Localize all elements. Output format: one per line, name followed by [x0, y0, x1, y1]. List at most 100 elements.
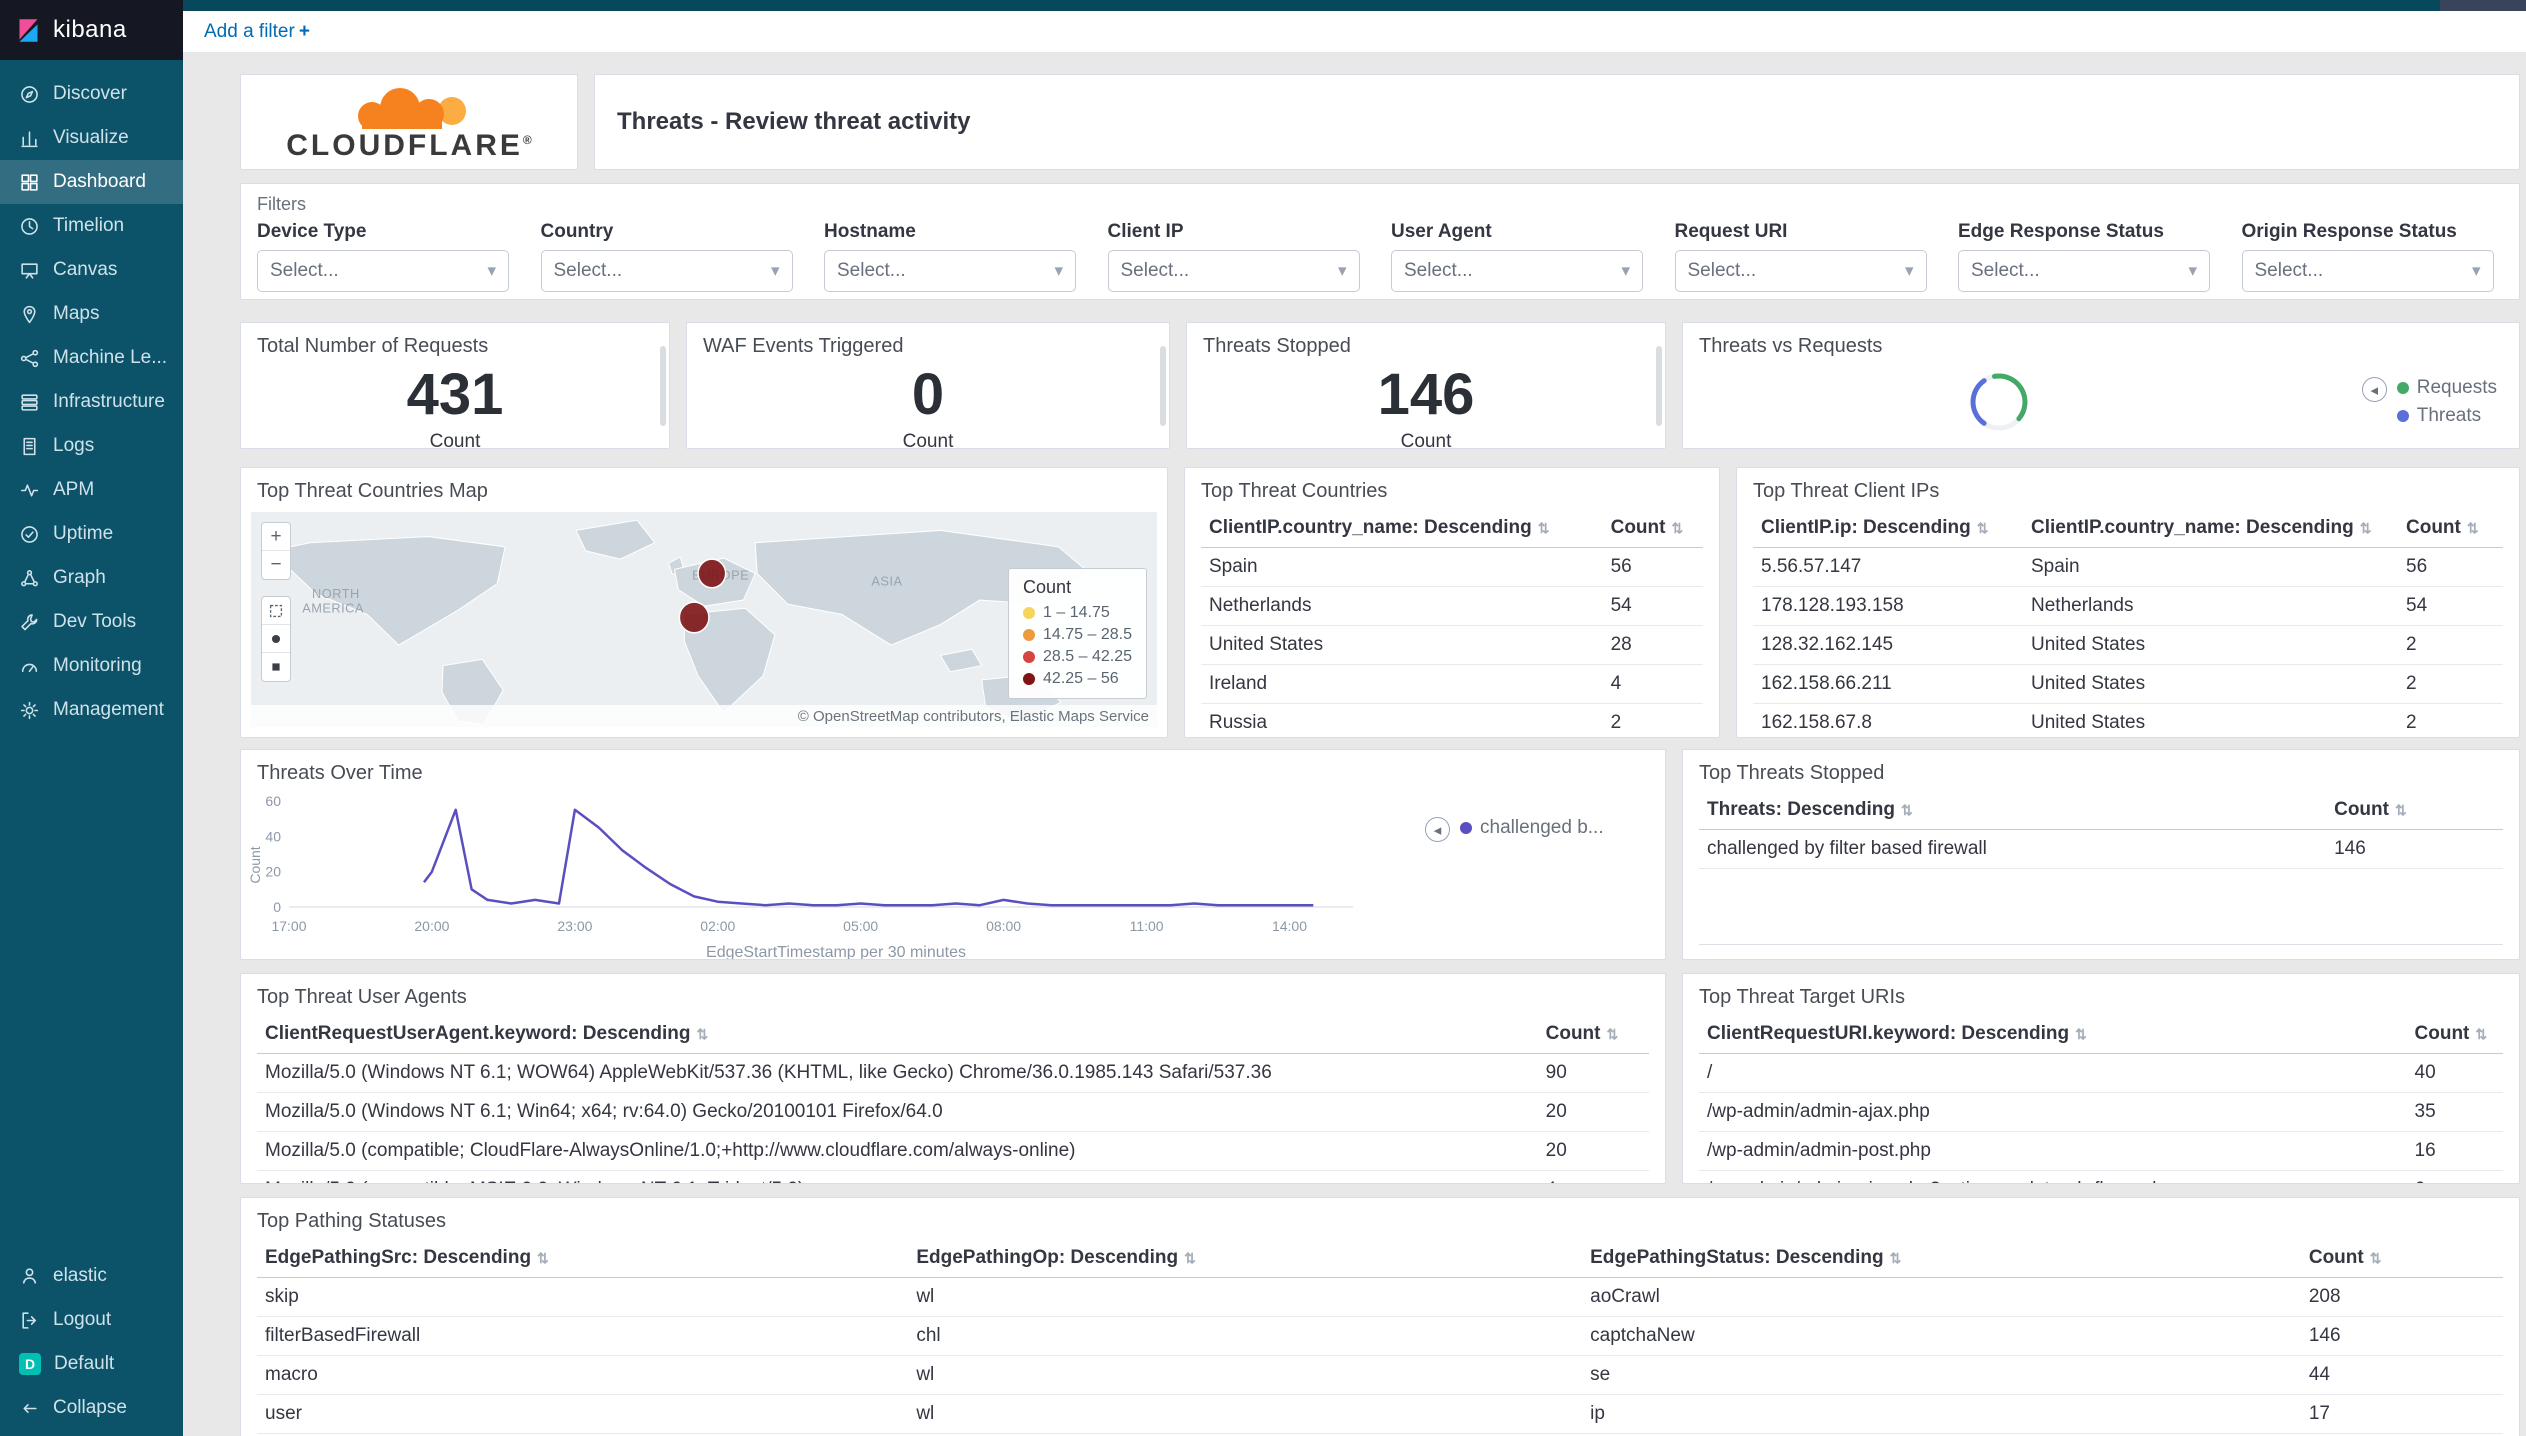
filter-field-edge-response-status: Edge Response Status Select... ▾	[1958, 221, 2220, 292]
add-filter-button[interactable]: Add a filter +	[204, 21, 310, 43]
sidebar-item-maps[interactable]: Maps	[0, 292, 183, 336]
top-threats-stopped-panel: Top Threats Stopped Threats: Descending ⇅…	[1682, 749, 2520, 960]
column-header[interactable]: ClientRequestUserAgent.keyword: Descendi…	[257, 1015, 1538, 1054]
column-header[interactable]: Count ⇅	[2406, 1015, 2503, 1054]
draw-circle-tool[interactable]	[262, 625, 290, 653]
kibana-logo[interactable]: kibana	[0, 0, 183, 60]
map-bubble-spain[interactable]	[678, 601, 710, 634]
column-header[interactable]: ClientIP.country_name: Descending ⇅	[2023, 509, 2398, 548]
svg-text:ASIA: ASIA	[871, 573, 902, 588]
column-header[interactable]: Count ⇅	[2300, 1239, 2503, 1278]
map-bubble-netherlands[interactable]	[697, 558, 727, 589]
legend-label: Threats	[2416, 405, 2482, 426]
sidebar-footer-item-elastic[interactable]: elastic	[0, 1254, 183, 1298]
table-row: /wp-admin/admin-ajax.php?action=update-g…	[1699, 1170, 2503, 1183]
sidebar-item-canvas[interactable]: Canvas	[0, 248, 183, 292]
world-map[interactable]: NORTH AMERICA EUROPE ASIA + − C	[251, 512, 1157, 727]
legend-collapse-icon[interactable]: ◂	[1425, 817, 1450, 842]
column-header[interactable]: EdgePathingSrc: Descending ⇅	[257, 1239, 909, 1278]
sort-icon: ⇅	[2359, 520, 2372, 536]
filter-select-country[interactable]: Select... ▾	[540, 250, 793, 292]
sidebar-item-timelion[interactable]: Timelion	[0, 204, 183, 248]
sort-icon: ⇅	[1606, 1026, 1619, 1042]
devtools-icon	[21, 613, 38, 630]
sidebar-item-infrastructure[interactable]: Infrastructure	[0, 380, 183, 424]
column-header[interactable]: Count ⇅	[2398, 509, 2503, 548]
sidebar-item-label: Discover	[53, 83, 127, 104]
sidebar-nav: Discover Visualize Dashboard Timelion Canvas…	[0, 60, 183, 1254]
table-cell: 54	[2398, 586, 2503, 626]
column-header[interactable]: Count ⇅	[1602, 509, 1703, 548]
filter-select-origin-response-status[interactable]: Select... ▾	[2241, 250, 2494, 292]
metric-unit: Count	[1400, 431, 1452, 449]
sidebar-item-dashboard[interactable]: Dashboard	[0, 160, 183, 204]
table-cell: 146	[2326, 829, 2503, 869]
metric-panel-total-number-of-requests: Total Number of Requests 431 Count	[240, 322, 670, 449]
sidebar-item-discover[interactable]: Discover	[0, 72, 183, 116]
sidebar-item-graph[interactable]: Graph	[0, 556, 183, 600]
column-header[interactable]: Threats: Descending ⇅	[1699, 791, 2327, 830]
panel-scrollbar[interactable]	[1160, 345, 1166, 426]
sidebar-item-apm[interactable]: APM	[0, 468, 183, 512]
panel-title: Top Pathing Statuses	[257, 1210, 447, 1232]
filter-select-device-type[interactable]: Select... ▾	[257, 250, 509, 292]
filter-select-edge-response-status[interactable]: Select... ▾	[1958, 250, 2210, 292]
draw-square-tool[interactable]	[262, 653, 290, 681]
table-cell: Netherlands	[1201, 586, 1603, 626]
column-header[interactable]: EdgePathingStatus: Descending ⇅	[1582, 1239, 2301, 1278]
column-header[interactable]: ClientRequestURI.keyword: Descending ⇅	[1699, 1015, 2407, 1054]
filter-select-client-ip[interactable]: Select... ▾	[1107, 250, 1360, 292]
legend-label: Requests	[2416, 377, 2497, 398]
cloudflare-cloud-icon	[324, 88, 494, 135]
filter-label: Edge Response Status	[1958, 221, 2164, 242]
map-legend-item: 1 – 14.75	[1023, 604, 1132, 622]
sidebar-footer-label: Default	[54, 1353, 115, 1374]
donut-legend: ◂ Requests Threats	[2361, 377, 2497, 427]
legend-item[interactable]: Threats	[2396, 405, 2497, 427]
threats-over-time-panel: Threats Over Time 0 20 40 60 17:00 20:00 23:00…	[240, 749, 1666, 960]
table-row: 5.56.57.147 Spain 56	[1753, 547, 2503, 587]
panel-title: WAF Events Triggered	[703, 335, 904, 357]
legend-item[interactable]: Requests	[2396, 377, 2497, 399]
sidebar-item-machine-le[interactable]: Machine Le...	[0, 336, 183, 380]
filter-select-request-uri[interactable]: Select... ▾	[1674, 250, 1927, 292]
sidebar-item-logs[interactable]: Logs	[0, 424, 183, 468]
sidebar-item-uptime[interactable]: Uptime	[0, 512, 183, 556]
collapse-icon	[23, 1403, 37, 1413]
table-cell: 28	[1602, 625, 1703, 665]
sidebar-item-visualize[interactable]: Visualize	[0, 116, 183, 160]
table-cell: Mozilla/5.0 (Windows NT 6.1; Win64; x64;…	[257, 1092, 1538, 1132]
sort-icon: ⇅	[1889, 1250, 1902, 1266]
sidebar-footer-item-collapse[interactable]: Collapse	[0, 1386, 183, 1430]
sidebar-item-dev-tools[interactable]: Dev Tools	[0, 600, 183, 644]
panel-scrollbar[interactable]	[660, 345, 666, 426]
table-cell: 6	[2406, 1170, 2503, 1183]
chevron-down-icon: ▾	[1621, 261, 1630, 280]
legend-collapse-icon[interactable]: ◂	[2361, 377, 2387, 402]
sidebar-footer-item-logout[interactable]: Logout	[0, 1298, 183, 1342]
column-header[interactable]: EdgePathingOp: Descending ⇅	[908, 1239, 1583, 1278]
metric-unit: Count	[429, 431, 481, 449]
column-header[interactable]: Count ⇅	[2326, 791, 2503, 830]
sidebar-item-management[interactable]: Management	[0, 688, 183, 732]
sidebar-footer-item-default[interactable]: D Default	[0, 1342, 183, 1386]
table-cell: Spain	[2023, 547, 2398, 587]
draw-bounds-tool[interactable]	[262, 597, 290, 625]
table-cell: /wp-admin/admin-ajax.php	[1699, 1092, 2407, 1132]
map-attribution-link[interactable]: © OpenStreetMap contributors, Elastic Ma…	[251, 705, 1157, 727]
column-header[interactable]: Count ⇅	[1537, 1015, 1649, 1054]
zoom-in-button[interactable]: +	[262, 523, 290, 551]
kibana-logo-icon	[19, 18, 38, 42]
filter-select-hostname[interactable]: Select... ▾	[824, 250, 1076, 292]
table-row: United States 28	[1201, 625, 1703, 665]
table-cell: 2	[2398, 625, 2503, 665]
panel-scrollbar[interactable]	[1656, 345, 1662, 426]
sort-icon: ⇅	[2394, 802, 2407, 818]
sidebar-item-monitoring[interactable]: Monitoring	[0, 644, 183, 688]
column-header[interactable]: ClientIP.country_name: Descending ⇅	[1201, 509, 1603, 548]
filter-select-user-agent[interactable]: Select... ▾	[1391, 250, 1643, 292]
legend-item[interactable]: challenged b...	[1460, 817, 1604, 839]
column-header[interactable]: ClientIP.ip: Descending ⇅	[1753, 509, 2023, 548]
table-cell: Spain	[1201, 547, 1603, 587]
zoom-out-button[interactable]: −	[262, 551, 290, 579]
